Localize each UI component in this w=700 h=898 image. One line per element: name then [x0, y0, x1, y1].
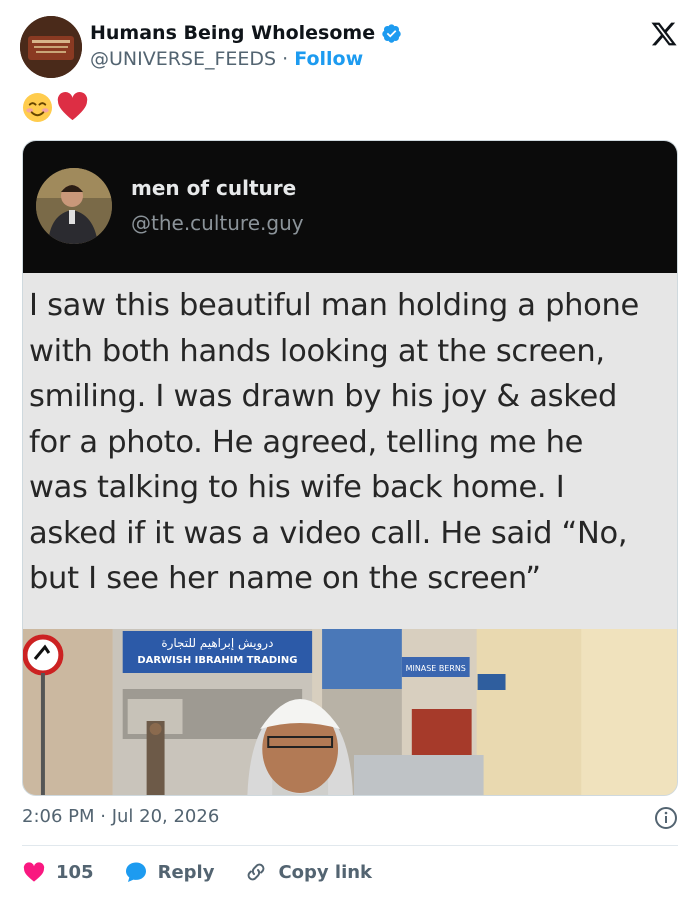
reply-icon — [125, 862, 146, 882]
quoted-header: men of culture @the.culture.guy — [23, 141, 677, 273]
info-icon[interactable] — [654, 806, 678, 830]
like-button[interactable]: 105 — [22, 860, 94, 884]
quoted-text-line: smiling. I was drawn by his joy & asked — [29, 379, 618, 414]
quoted-text-line: asked if it was a video call. He said “N… — [29, 515, 628, 551]
quoted-text-line: with both hands looking at the screen, — [29, 333, 605, 369]
english-sign: DARWISH IBRAHIM TRADING — [137, 655, 297, 666]
copy-link-button[interactable]: Copy link — [244, 860, 372, 884]
x-logo-icon[interactable] — [650, 20, 678, 48]
quoted-avatar — [36, 168, 112, 244]
quoted-text: I saw this beautiful man holding a phone… — [29, 283, 677, 602]
verified-badge-icon — [382, 23, 401, 43]
post-timestamp[interactable]: 2:06 PM · Jul 20, 2026 — [22, 806, 219, 827]
reply-button[interactable]: Reply — [124, 860, 215, 884]
separator-dot: · — [282, 48, 289, 70]
author-handle[interactable]: @UNIVERSE_FEEDS — [90, 48, 276, 70]
quoted-handle: @the.culture.guy — [131, 211, 304, 235]
street-photo: درويش إبراهيم للتجارة DARWISH IBRAHIM TR… — [23, 629, 677, 795]
post-text — [22, 92, 88, 123]
avatar-image — [20, 16, 82, 78]
red-heart-icon — [57, 92, 88, 121]
quoted-text-line: for a photo. He agreed, telling me he — [29, 424, 584, 460]
quoted-tweet-card[interactable]: men of culture @the.culture.guy I saw th… — [22, 140, 678, 796]
copy-link-label: Copy link — [278, 861, 373, 883]
author-avatar[interactable] — [20, 16, 82, 78]
shop-sign: MINASE BERNS — [406, 664, 466, 673]
quoted-text-line: but I see her name on the screen” — [29, 561, 541, 596]
quoted-avatar-image — [36, 168, 112, 244]
author-handle-row: @UNIVERSE_FEEDS · Follow — [90, 48, 363, 70]
arabic-sign: درويش إبراهيم للتجارة — [161, 636, 273, 651]
link-icon — [248, 863, 265, 881]
heart-icon — [23, 862, 45, 882]
action-bar: 105 Reply Copy link — [22, 858, 402, 886]
author-display-name[interactable]: Humans Being Wholesome — [90, 22, 375, 44]
smiling-face-icon — [22, 92, 53, 123]
reply-label: Reply — [157, 861, 215, 883]
post-header: Humans Being Wholesome @UNIVERSE_FEEDS ·… — [20, 16, 680, 80]
divider — [22, 845, 678, 846]
quoted-text-line: I saw this beautiful man holding a phone — [29, 288, 640, 323]
like-count: 105 — [56, 861, 94, 883]
quoted-text-line: was talking to his wife back home. I — [29, 470, 565, 505]
follow-button[interactable]: Follow — [294, 48, 363, 70]
quoted-name: men of culture — [131, 176, 297, 200]
